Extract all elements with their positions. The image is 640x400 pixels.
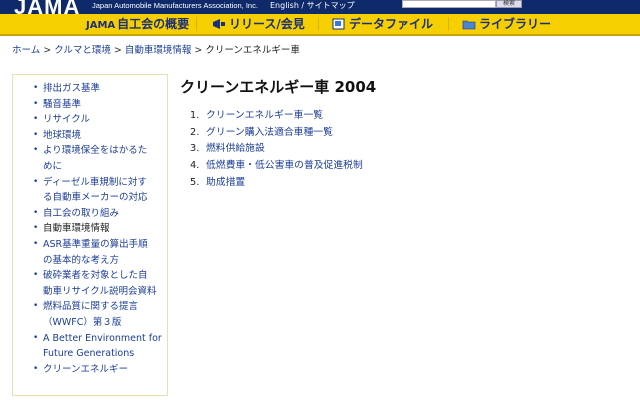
item-number: 2. bbox=[190, 126, 200, 138]
nav-item-label: リリース/会見 bbox=[229, 17, 305, 31]
sidebar-item[interactable]: • より環境保全をはかるた めに bbox=[13, 143, 167, 174]
breadcrumb-home[interactable]: ホーム bbox=[12, 45, 40, 56]
sidebar-item[interactable]: • リサイクル bbox=[13, 112, 167, 128]
content-list-item: 5. 助成措置 bbox=[190, 175, 363, 192]
content-list-item: 1. クリーンエネルギー車一覧 bbox=[190, 108, 363, 125]
sidebar-item[interactable]: • 燃料品質に関する提言 （WWFC）第３版 bbox=[13, 299, 167, 330]
sidebar-item[interactable]: • 地球環境 bbox=[13, 128, 167, 144]
sidebar-item-label: A Better Environment for bbox=[43, 332, 162, 344]
content-list-item: 3. 燃料供給施設 bbox=[190, 141, 363, 158]
content-link[interactable]: 燃料供給施設 bbox=[206, 143, 265, 154]
content-link[interactable]: グリーン購入法適合車種一覧 bbox=[206, 127, 333, 138]
sidebar-item-label: ASR基準重量の算出手順 bbox=[43, 238, 148, 250]
breadcrumb-separator: > bbox=[43, 45, 52, 56]
bullet-icon: • bbox=[33, 83, 39, 93]
content-link[interactable]: 低燃費車・低公害車の普及促進税制 bbox=[206, 160, 363, 171]
document-icon bbox=[332, 18, 346, 30]
item-number: 5. bbox=[190, 176, 200, 188]
sidebar-item-label: 排出ガス基準 bbox=[43, 83, 101, 94]
bullet-icon: • bbox=[33, 363, 39, 374]
bullet-icon: • bbox=[33, 207, 39, 218]
search-button[interactable]: 検索 bbox=[496, 0, 522, 8]
sidebar-list: • 排出ガス基準 • 騒音基準 • リサイクル • 地球環境 • より環境保全をはかるた めに • ディ… bbox=[13, 75, 167, 377]
breadcrumb: ホーム > クルマと環境 > 自動車環境情報 > クリーンエネルギー車 bbox=[12, 42, 300, 56]
content-list-item: 4. 低燃費車・低公害車の普及促進税制 bbox=[190, 158, 363, 175]
sidebar-item-label: 燃料品質に関する提言 bbox=[43, 301, 139, 313]
sidebar-item[interactable]: • 自工会の取り組み bbox=[13, 206, 167, 222]
sidebar-item[interactable]: • ディーゼル車規制に対す る自動車メーカーの対応 bbox=[13, 175, 167, 206]
content-list: 1. クリーンエネルギー車一覧 2. グリーン購入法適合車種一覧 3. 燃料供給施設 4. 低… bbox=[190, 108, 363, 192]
nav-divider bbox=[318, 17, 319, 31]
breadcrumb-current: クリーンエネルギー車 bbox=[205, 45, 300, 56]
content-link[interactable]: 助成措置 bbox=[206, 177, 245, 188]
nav-item-label: データファイル bbox=[349, 17, 434, 31]
sidebar-item[interactable]: • A Better Environment for Future Generati… bbox=[13, 331, 167, 362]
sidebar-item[interactable]: • 破砕業者を対象とした自 動車リサイクル説明会資料 bbox=[13, 268, 167, 299]
bullet-icon: • bbox=[33, 238, 39, 249]
sidebar-item-label: リサイクル bbox=[43, 114, 91, 126]
nav-item-label: ライブラリー bbox=[479, 17, 552, 31]
sidebar-item-label: 自工会の取り組み bbox=[43, 207, 120, 219]
sidebar-item-label: 動車リサイクル説明会資料 bbox=[43, 285, 157, 297]
bullet-icon: • bbox=[33, 223, 39, 234]
sidebar-item-label: （WWFC）第３版 bbox=[43, 316, 122, 328]
bullet-icon: • bbox=[33, 145, 39, 156]
sidebar-item-label: 騒音基準 bbox=[43, 98, 82, 110]
sidebar-item-label: 破砕業者を対象とした自 bbox=[43, 270, 148, 282]
bullet-icon: • bbox=[33, 332, 39, 343]
global-nav: JAMA 自工会の概要 リリース/会見 データファイル ライブラリー bbox=[0, 14, 640, 36]
item-number: 1. bbox=[190, 110, 200, 121]
sidebar: • 排出ガス基準 • 騒音基準 • リサイクル • 地球環境 • より環境保全をはかるた めに • ディ… bbox=[12, 74, 168, 396]
content-link[interactable]: クリーンエネルギー車一覧 bbox=[206, 110, 323, 121]
item-number: 4. bbox=[190, 160, 200, 172]
sidebar-item-label: 自動車環境情報 bbox=[43, 223, 110, 235]
sidebar-item[interactable]: • 騒音基準 bbox=[13, 97, 167, 113]
content-list-item: 2. グリーン購入法適合車種一覧 bbox=[190, 125, 363, 142]
sidebar-item-label: る自動車メーカーの対応 bbox=[43, 192, 148, 204]
jama-logo[interactable]: JAMA bbox=[14, 0, 80, 19]
sidebar-item-label: めに bbox=[43, 160, 63, 172]
sidebar-item-label: より環境保全をはかるた bbox=[43, 145, 148, 157]
breadcrumb-car-environment[interactable]: クルマと環境 bbox=[54, 45, 111, 56]
bullet-icon: • bbox=[33, 176, 39, 187]
sidebar-item-label: ディーゼル車規制に対す bbox=[43, 176, 147, 188]
sidebar-item-label: クリーンエネルギー bbox=[43, 363, 129, 375]
org-name: Japan Automobile Manufacturers Associati… bbox=[92, 1, 258, 10]
bullet-icon: • bbox=[33, 98, 39, 109]
breadcrumb-env-info[interactable]: 自動車環境情報 bbox=[125, 45, 192, 56]
sidebar-item[interactable]: • ASR基準重量の算出手順 の基本的な考え方 bbox=[13, 237, 167, 268]
nav-item-label: 自工会の概要 bbox=[117, 17, 190, 31]
jama-logo-icon: JAMA bbox=[86, 20, 116, 31]
bullet-icon: • bbox=[33, 301, 39, 312]
top-header: JAMA Japan Automobile Manufacturers Asso… bbox=[0, 0, 640, 19]
nav-divider bbox=[196, 17, 197, 31]
sidebar-item[interactable]: • クリーンエネルギー bbox=[13, 362, 167, 378]
megaphone-icon bbox=[212, 18, 226, 30]
nav-item-release[interactable]: リリース/会見 bbox=[212, 16, 305, 32]
sidebar-item-label: の基本的な考え方 bbox=[43, 254, 120, 266]
nav-item-about[interactable]: JAMA 自工会の概要 bbox=[86, 16, 189, 32]
sidebar-item[interactable]: • 排出ガス基準 bbox=[13, 81, 167, 97]
top-links[interactable]: English / サイトマップ bbox=[270, 0, 355, 11]
bullet-icon: • bbox=[33, 114, 39, 125]
bullet-icon: • bbox=[33, 270, 39, 281]
nav-item-library[interactable]: ライブラリー bbox=[462, 16, 551, 32]
nav-divider bbox=[448, 17, 449, 31]
item-number: 3. bbox=[190, 143, 200, 155]
page-title: クリーンエネルギー車 2004 bbox=[180, 78, 377, 96]
search-input[interactable] bbox=[402, 0, 496, 8]
breadcrumb-separator: > bbox=[113, 45, 122, 56]
sidebar-item-label: 地球環境 bbox=[43, 129, 82, 141]
sidebar-item-label: Future Generations bbox=[43, 348, 135, 360]
breadcrumb-separator: > bbox=[194, 45, 203, 56]
sidebar-item: • 自動車環境情報 bbox=[13, 221, 167, 237]
bullet-icon: • bbox=[33, 129, 39, 140]
folder-icon bbox=[462, 18, 476, 30]
nav-item-datafile[interactable]: データファイル bbox=[332, 16, 433, 32]
